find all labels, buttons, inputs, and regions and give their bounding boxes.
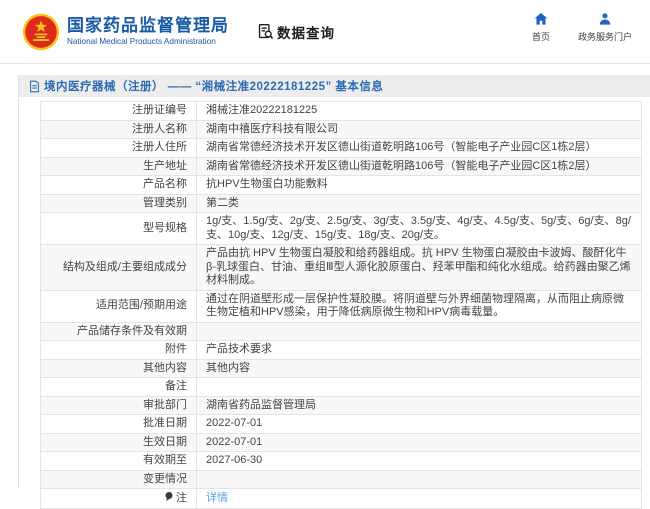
nav-data-query[interactable]: 数据查询 [257,22,335,42]
document-icon [29,80,40,93]
row-label: 审批部门 [41,396,197,415]
table-row: 生产地址湖南省常德经济技术开发区德山街道乾明路106号（智能电子产业园C区1栋2… [41,157,642,176]
row-label: 型号规格 [41,213,197,245]
nav-portal[interactable]: 政务服务门户 [578,12,632,43]
row-label: 批准日期 [41,415,197,434]
info-table-body: 注册证编号湘械注准20222181225注册人名称湖南中禧医疗科技有限公司注册人… [41,102,642,509]
table-row: 有效期至2027-06-30 [41,452,642,471]
detail-link[interactable]: 详情 [206,492,228,504]
header: 国家药品监督管理局 National Medical Products Admi… [0,0,650,64]
table-row: 结构及组成/主要组成成分产品由抗 HPV 生物蛋白凝胶和给药器组成。抗 HPV … [41,245,642,291]
row-label: 注册人名称 [41,120,197,139]
table-row: 注册人住所湖南省常德经济技术开发区德山街道乾明路106号（智能电子产业园C区1栋… [41,139,642,158]
row-label: 注 [41,489,197,509]
pin-icon [164,491,174,502]
row-label: 结构及组成/主要组成成分 [41,245,197,291]
row-value: 详情 [197,489,642,509]
table-row: 管理类别第二类 [41,194,642,213]
row-value: 2022-07-01 [197,415,642,434]
nav-home-label: 首页 [532,30,550,43]
table-row: 型号规格1g/支、1.5g/支、2g/支、2.5g/支、3g/支、3.5g/支、… [41,213,642,245]
page-title: 境内医疗器械（注册） —— “湘械注准20222181225” 基本信息 [44,78,383,94]
table-row: 审批部门湖南省药品监督管理局 [41,396,642,415]
top-nav: 首页 政务服务门户 [524,12,632,43]
row-value: 通过在阴道壁形成一层保护性凝胶膜。将阴道壁与外界细菌物理隔离，从而阻止病原微生物… [197,290,642,322]
table-row: 批准日期2022-07-01 [41,415,642,434]
row-label: 有效期至 [41,452,197,471]
table-row: 适用范围/预期用途通过在阴道壁形成一层保护性凝胶膜。将阴道壁与外界细菌物理隔离，… [41,290,642,322]
row-value: 2027-06-30 [197,452,642,471]
national-emblem-icon [22,13,60,51]
nav-home[interactable]: 首页 [524,12,558,43]
row-value: 湘械注准20222181225 [197,102,642,121]
row-value: 湖南中禧医疗科技有限公司 [197,120,642,139]
row-label: 适用范围/预期用途 [41,290,197,322]
row-label: 管理类别 [41,194,197,213]
table-row: 注册证编号湘械注准20222181225 [41,102,642,121]
row-value: 产品技术要求 [197,341,642,360]
row-value: 1g/支、1.5g/支、2g/支、2.5g/支、3g/支、3.5g/支、4g/支… [197,213,642,245]
row-value [197,322,642,341]
table-row: 注册人名称湖南中禧医疗科技有限公司 [41,120,642,139]
user-icon [598,12,612,26]
row-label: 产品名称 [41,176,197,195]
brand-logo[interactable]: 国家药品监督管理局 National Medical Products Admi… [22,13,229,51]
row-value: 湖南省常德经济技术开发区德山街道乾明路106号（智能电子产业园C区1栋2层） [197,139,642,158]
org-name-zh: 国家药品监督管理局 [67,17,229,36]
table-row: 产品储存条件及有效期 [41,322,642,341]
home-icon [534,12,548,26]
org-name-en: National Medical Products Administration [67,37,229,46]
table-row: 备注 [41,378,642,397]
breadcrumb: 境内医疗器械（注册） —— “湘械注准20222181225” 基本信息 [19,75,650,97]
content-panel: 境内医疗器械（注册） —— “湘械注准20222181225” 基本信息 注册证… [18,75,650,489]
row-value [197,470,642,489]
table-row: 变更情况 [41,470,642,489]
document-search-icon [257,23,274,40]
row-value [197,378,642,397]
table-row: 注详情 [41,489,642,509]
row-label: 生产地址 [41,157,197,176]
row-value: 2022-07-01 [197,433,642,452]
row-label: 附件 [41,341,197,360]
row-label: 备注 [41,378,197,397]
row-value: 湖南省常德经济技术开发区德山街道乾明路106号（智能电子产业园C区1栋2层） [197,157,642,176]
table-row: 生效日期2022-07-01 [41,433,642,452]
row-label: 变更情况 [41,470,197,489]
row-label: 其他内容 [41,359,197,378]
row-label: 注册证编号 [41,102,197,121]
row-label: 产品储存条件及有效期 [41,322,197,341]
row-label: 注册人住所 [41,139,197,158]
nav-portal-label: 政务服务门户 [578,30,632,43]
table-row: 附件产品技术要求 [41,341,642,360]
row-value: 其他内容 [197,359,642,378]
table-row: 产品名称抗HPV生物蛋白功能敷料 [41,176,642,195]
row-value: 产品由抗 HPV 生物蛋白凝胶和给药器组成。抗 HPV 生物蛋白凝胶由卡波姆、酸… [197,245,642,291]
row-value: 第二类 [197,194,642,213]
registration-info-table: 注册证编号湘械注准20222181225注册人名称湖南中禧医疗科技有限公司注册人… [40,101,642,509]
table-row: 其他内容其他内容 [41,359,642,378]
row-label: 生效日期 [41,433,197,452]
row-value: 抗HPV生物蛋白功能敷料 [197,176,642,195]
row-value: 湖南省药品监督管理局 [197,396,642,415]
data-query-label: 数据查询 [277,22,335,42]
